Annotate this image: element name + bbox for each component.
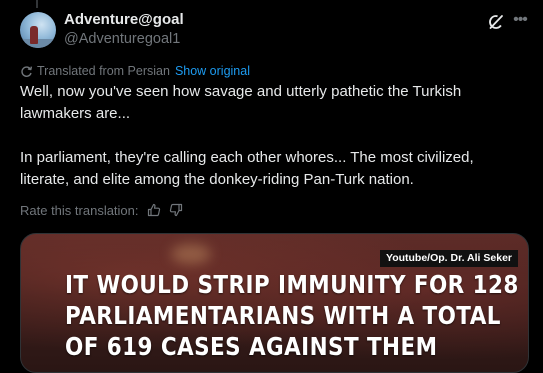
translate-icon — [21, 65, 33, 77]
tweet-media-video[interactable]: Youtube/Op. Dr. Ali Seker IT WOULD STRIP… — [20, 233, 529, 373]
rate-translation-row: Rate this translation: — [20, 201, 183, 219]
translation-notice: Translated from Persian Show original — [20, 63, 250, 79]
thread-connector-line — [36, 0, 38, 8]
show-original-link[interactable]: Show original — [175, 64, 250, 78]
author-handle[interactable]: @Adventuregoal1 — [64, 31, 180, 47]
author-display-name[interactable]: Adventure@goal — [64, 11, 184, 28]
media-background-light — [171, 244, 211, 264]
media-caption: IT WOULD STRIP IMMUNITY FOR 128 PARLIAME… — [65, 269, 519, 362]
thumbs-up-icon[interactable] — [147, 203, 161, 217]
media-caption-line: IT WOULD STRIP IMMUNITY FOR 128 — [65, 270, 519, 299]
tweet-paragraph-1: Well, now you've seen how savage and utt… — [20, 83, 462, 122]
media-caption-line: OF 619 CASES AGAINST THEM — [65, 332, 438, 361]
tweet-text: Well, now you've seen how savage and utt… — [20, 81, 520, 191]
avatar-ground — [20, 39, 56, 48]
translated-from-label: Translated from Persian — [37, 64, 170, 78]
more-icon[interactable]: ••• — [511, 11, 529, 29]
avatar-figure — [30, 26, 38, 44]
media-source-badge: Youtube/Op. Dr. Ali Seker — [379, 250, 518, 267]
thumbs-down-icon[interactable] — [169, 203, 183, 217]
avatar[interactable] — [20, 12, 56, 48]
rate-translation-label: Rate this translation: — [20, 202, 139, 218]
tweet-paragraph-2: In parliament, they're calling each othe… — [20, 149, 474, 188]
grok-icon[interactable] — [487, 13, 505, 31]
media-caption-line: PARLIAMENTARIANS WITH A TOTAL — [65, 301, 501, 330]
